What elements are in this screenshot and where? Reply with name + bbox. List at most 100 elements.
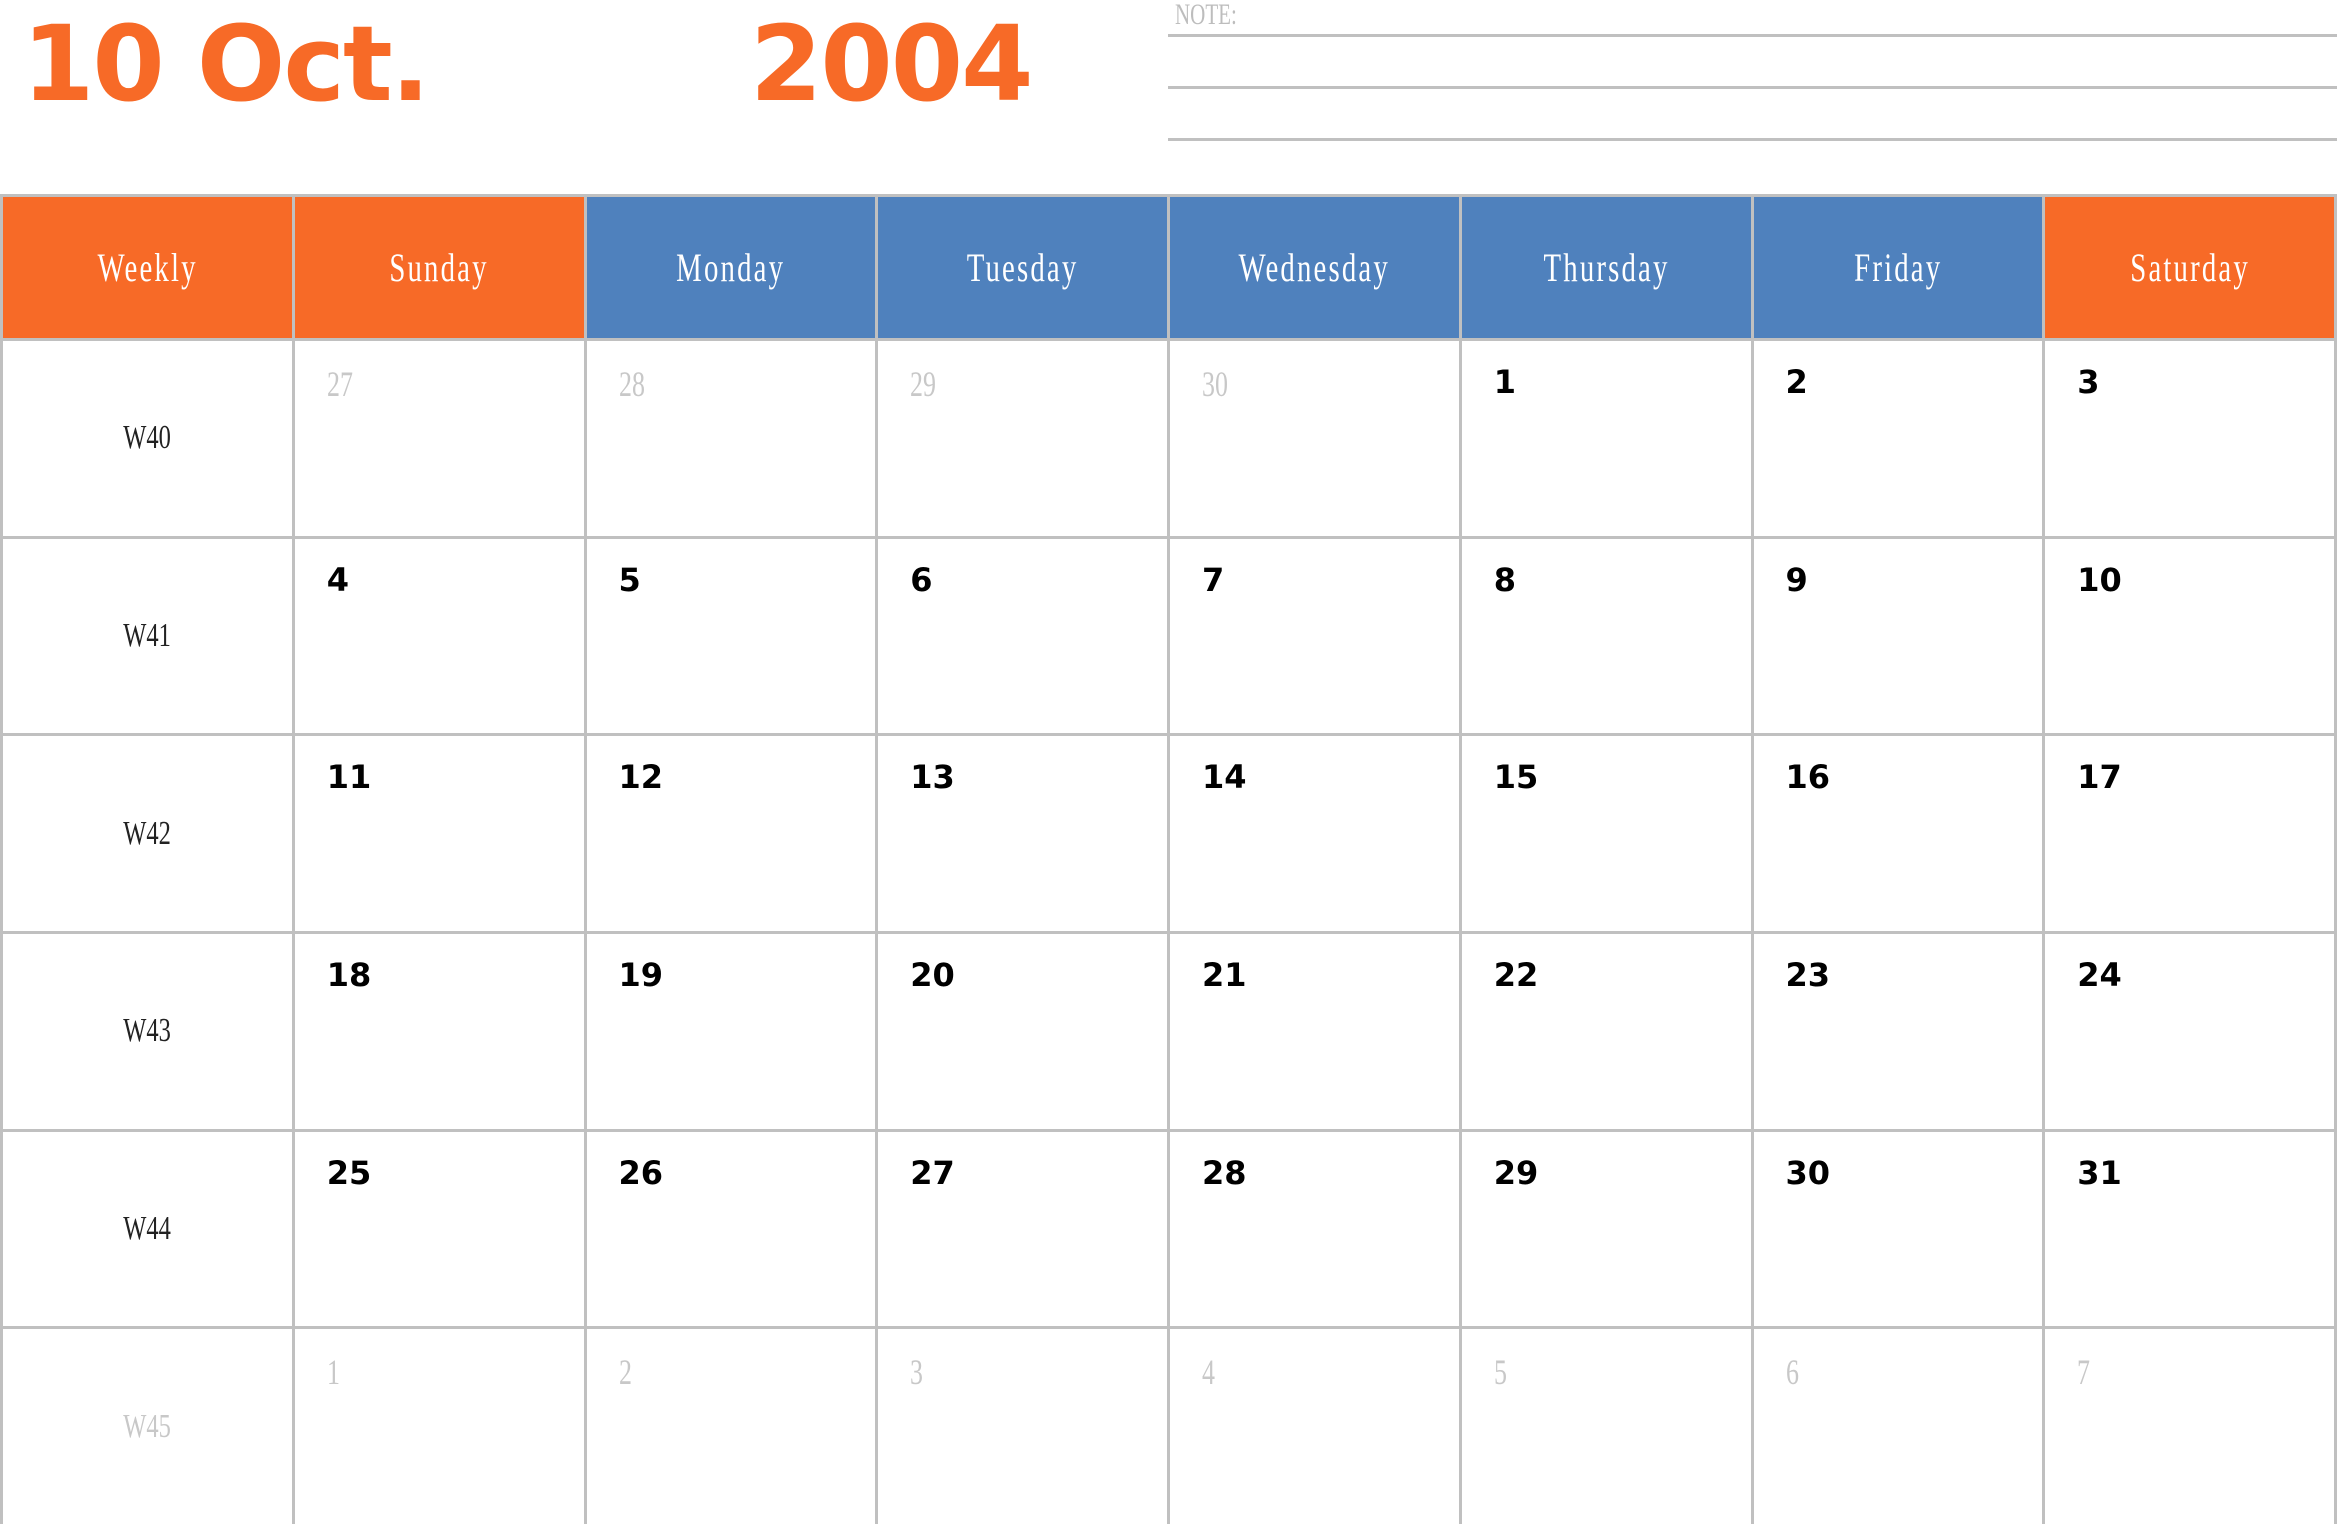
day-cell[interactable]: 4 [294,538,584,734]
day-cell-other-month[interactable]: 7 [2045,1329,2334,1524]
day-cell[interactable]: 18 [294,934,584,1129]
week-number-cell: W45 [3,1329,292,1524]
note-line[interactable] [1168,86,2337,89]
week-number-cell: W43 [3,934,292,1129]
day-cell-other-month[interactable]: 2 [586,1329,876,1524]
day-cell[interactable]: 31 [2045,1131,2334,1327]
day-number: 14 [1202,758,1247,797]
day-number: 21 [1202,956,1247,994]
week-number: W44 [3,1132,292,1327]
day-cell[interactable]: 12 [586,736,876,931]
day-number: 1 [1493,363,1517,401]
day-number: 25 [326,1153,372,1192]
day-cell[interactable]: 13 [878,736,1167,931]
day-number: 7 [2077,1352,2091,1393]
week-number-label: W41 [123,616,172,654]
day-number: 29 [1493,1153,1539,1192]
day-cell[interactable]: 30 [1753,1131,2043,1327]
note-line[interactable] [1168,138,2337,141]
day-cell[interactable]: 29 [1461,1131,1751,1327]
column-header-label: Saturday [2129,245,2250,290]
day-number: 27 [326,364,353,404]
day-cell-other-month[interactable]: 3 [878,1329,1167,1524]
day-number: 10 [2077,560,2122,599]
day-cell[interactable]: 10 [2045,538,2334,734]
day-cell-other-month[interactable]: 6 [1753,1329,2043,1524]
day-number: 26 [618,1153,664,1192]
column-header-label: Weekly [97,245,198,290]
day-cell-other-month[interactable]: 27 [294,341,584,536]
day-cell[interactable]: 24 [2045,934,2334,1129]
day-number: 16 [1785,758,1831,797]
day-cell[interactable]: 8 [1461,538,1751,734]
column-header-friday: Friday [1753,197,2043,338]
day-number: 28 [618,364,645,404]
day-cell[interactable]: 25 [294,1131,584,1327]
week-number-cell: W44 [3,1131,292,1327]
day-number: 12 [618,758,664,797]
week-number: W45 [3,1329,292,1524]
calendar-grid: Weekly Sunday Monday Tuesday Wednesday Thursd… [0,194,2337,1524]
day-number: 3 [2077,363,2100,401]
day-number: 1 [326,1352,340,1393]
day-number: 5 [618,560,641,599]
day-number: 29 [910,364,937,404]
day-cell-other-month[interactable]: 4 [1170,1329,1459,1524]
week-number-label: W43 [123,1012,172,1050]
day-number: 4 [1202,1352,1215,1393]
day-number: 7 [1202,560,1225,599]
week-number: W40 [3,341,292,536]
day-cell-other-month[interactable]: 29 [878,341,1167,536]
day-number: 3 [910,1352,924,1393]
day-cell[interactable]: 11 [294,736,584,931]
day-cell-other-month[interactable]: 5 [1461,1329,1751,1524]
week-number: W43 [3,934,292,1129]
column-header-label: Tuesday [966,245,1079,290]
day-cell-other-month[interactable]: 28 [586,341,876,536]
day-cell[interactable]: 15 [1461,736,1751,931]
month-day-title: 10 Oct. [22,3,430,125]
note-label: NOTE: [1175,0,1237,31]
day-cell-other-month[interactable]: 30 [1170,341,1459,536]
day-cell[interactable]: 23 [1753,934,2043,1129]
day-cell[interactable]: 3 [2045,341,2334,536]
day-cell[interactable]: 20 [878,934,1167,1129]
day-cell[interactable]: 21 [1170,934,1459,1129]
day-cell[interactable]: 1 [1461,341,1751,536]
day-cell[interactable]: 5 [586,538,876,734]
day-cell[interactable]: 16 [1753,736,2043,931]
day-number: 2 [618,1352,632,1393]
week-number-label: W40 [123,419,172,457]
day-number: 5 [1493,1352,1507,1393]
day-cell[interactable]: 19 [586,934,876,1129]
day-cell[interactable]: 26 [586,1131,876,1327]
day-cell[interactable]: 9 [1753,538,2043,734]
day-cell[interactable]: 17 [2045,736,2334,931]
column-header-thursday: Thursday [1461,197,1751,338]
day-number: 6 [910,560,933,599]
day-number: 18 [326,956,372,994]
day-number: 31 [2077,1153,2122,1192]
day-cell[interactable]: 22 [1461,934,1751,1129]
day-cell[interactable]: 28 [1170,1131,1459,1327]
column-header-label: Wednesday [1238,245,1391,290]
column-header-label: Monday [676,245,786,290]
day-number: 27 [910,1153,955,1192]
column-header-weekly: Weekly [3,197,292,338]
day-number: 28 [1202,1153,1247,1192]
note-line[interactable] [1168,34,2337,37]
day-cell-other-month[interactable]: 1 [294,1329,584,1524]
column-header-saturday: Saturday [2045,197,2334,338]
day-cell[interactable]: 7 [1170,538,1459,734]
week-number: W41 [3,539,292,734]
day-number: 22 [1493,956,1539,994]
day-cell[interactable]: 2 [1753,341,2043,536]
column-header-label: Thursday [1543,245,1670,290]
day-number: 9 [1785,560,1808,599]
week-number-label: W44 [123,1209,172,1247]
day-number: 11 [326,758,372,797]
day-cell[interactable]: 27 [878,1131,1167,1327]
day-cell[interactable]: 6 [878,538,1167,734]
day-number: 30 [1785,1153,1831,1192]
day-cell[interactable]: 14 [1170,736,1459,931]
